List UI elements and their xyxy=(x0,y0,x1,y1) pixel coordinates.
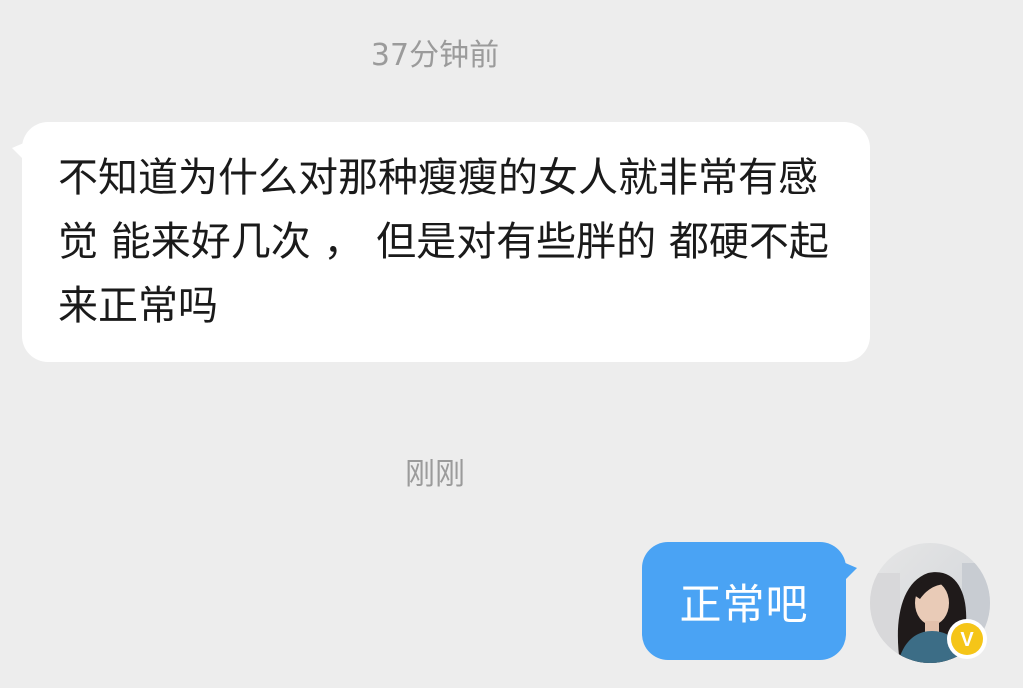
message-timestamp: 37分钟前 xyxy=(370,38,500,73)
incoming-message-bubble[interactable]: 不知道为什么对那种瘦瘦的女人就非常有感觉 能来好几次 ， 但是对有些胖的 都硬不… xyxy=(12,122,870,362)
outgoing-message-bubble[interactable]: 正常吧 xyxy=(642,542,857,660)
bubble-tail xyxy=(12,142,26,162)
incoming-message-text: 不知道为什么对那种瘦瘦的女人就非常有感觉 能来好几次 ， 但是对有些胖的 都硬不… xyxy=(58,155,829,329)
outgoing-message-text: 正常吧 xyxy=(679,579,809,629)
badge-letter: V xyxy=(960,629,974,651)
message-timestamp: 刚刚 xyxy=(405,457,465,492)
verified-badge-icon: V xyxy=(946,618,988,660)
bubble-tail xyxy=(843,562,857,582)
